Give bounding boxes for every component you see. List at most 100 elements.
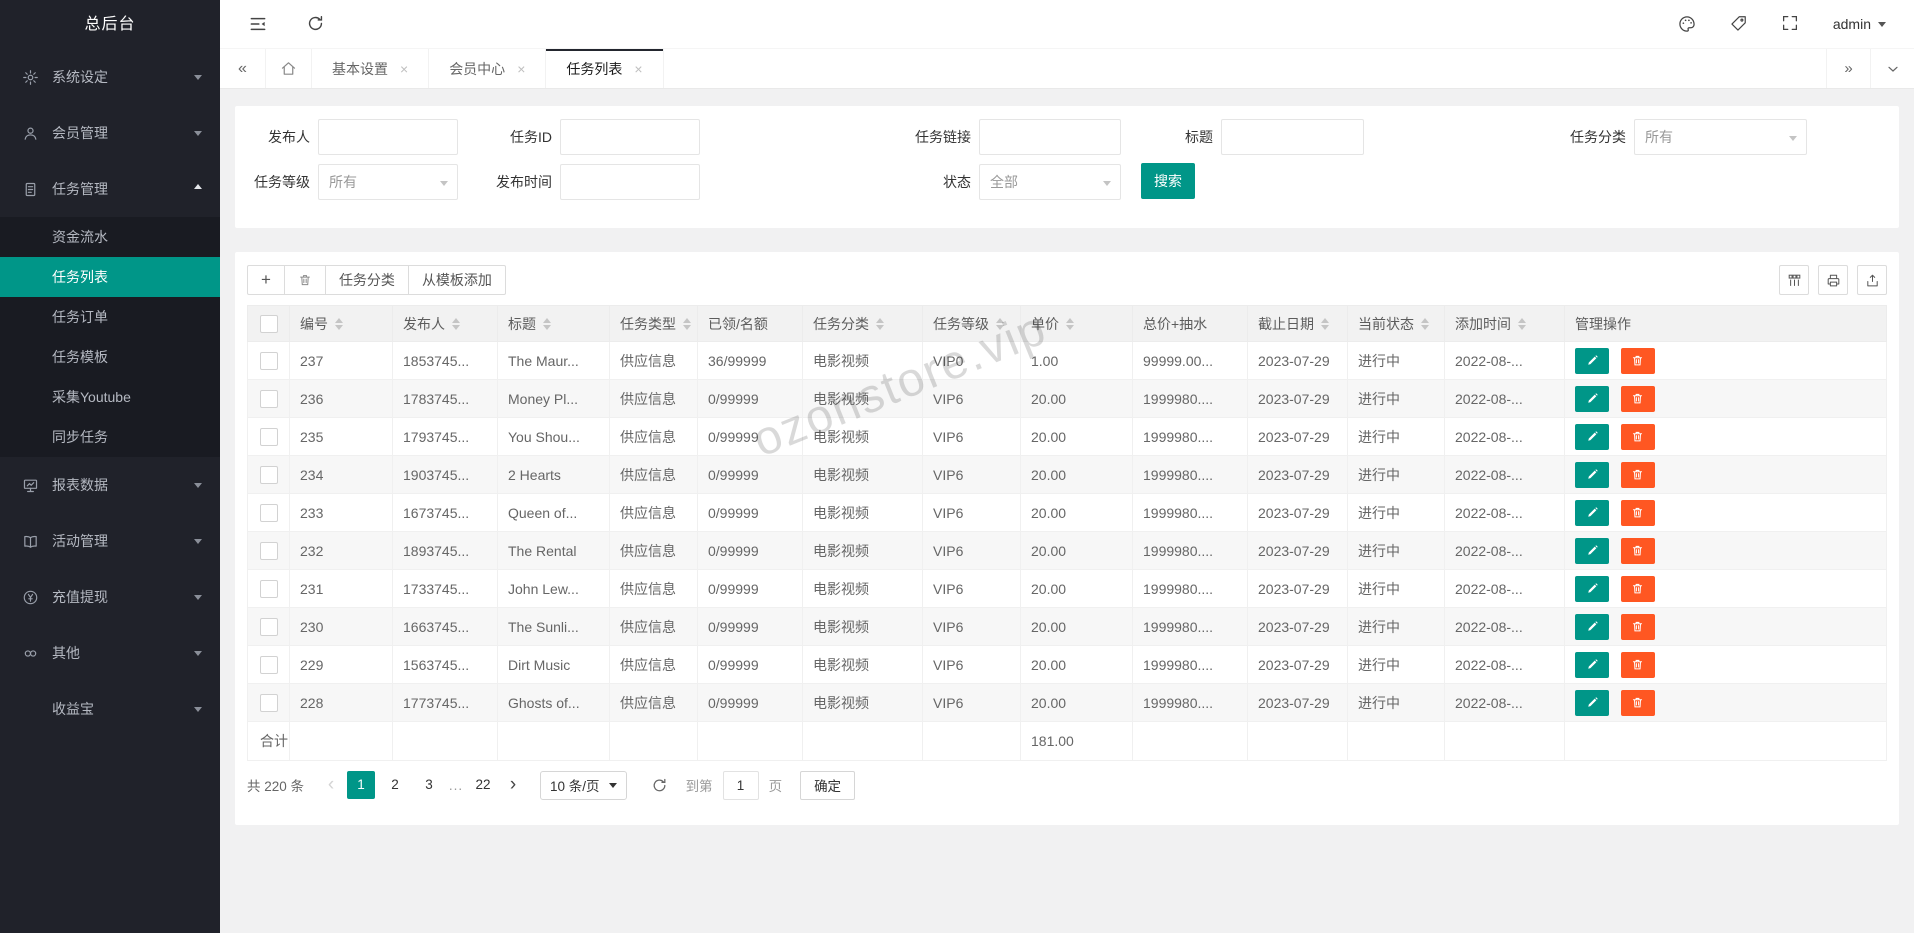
close-icon[interactable]: × bbox=[517, 62, 525, 76]
page-button-1[interactable]: 1 bbox=[347, 771, 376, 799]
sidebar-item-reports[interactable]: 报表数据 bbox=[0, 457, 220, 513]
sidebar-item-tasks[interactable]: 任务管理 bbox=[0, 161, 220, 217]
column-header-deadline[interactable]: 截止日期 bbox=[1247, 305, 1348, 342]
submenu-item-task-list[interactable]: 任务列表 bbox=[0, 257, 220, 297]
sort-icon[interactable] bbox=[335, 314, 343, 334]
sidebar-item-members[interactable]: 会员管理 bbox=[0, 105, 220, 161]
column-header-price[interactable]: 单价 bbox=[1020, 305, 1133, 342]
tab-basic-settings[interactable]: 基本设置 × bbox=[312, 49, 430, 88]
close-icon[interactable]: × bbox=[634, 62, 642, 76]
row-checkbox[interactable] bbox=[259, 617, 278, 636]
edit-button[interactable] bbox=[1575, 537, 1609, 564]
tab-member-center[interactable]: 会员中心 × bbox=[429, 49, 547, 88]
delete-button[interactable] bbox=[1620, 499, 1655, 526]
level-select[interactable]: 所有 bbox=[318, 163, 458, 200]
sort-icon[interactable] bbox=[996, 314, 1004, 334]
sort-icon[interactable] bbox=[876, 314, 884, 334]
submenu-item-task-orders[interactable]: 任务订单 bbox=[0, 297, 220, 337]
edit-button[interactable] bbox=[1575, 347, 1609, 374]
title-input[interactable] bbox=[1221, 118, 1364, 155]
delete-button[interactable] bbox=[1620, 385, 1655, 412]
next-page-button[interactable]: › bbox=[500, 772, 526, 798]
row-checkbox[interactable] bbox=[259, 655, 278, 674]
delete-button[interactable] bbox=[1620, 613, 1655, 640]
column-header-status[interactable]: 当前状态 bbox=[1347, 305, 1445, 342]
pagination-refresh-icon[interactable] bbox=[651, 777, 668, 794]
submenu-item-task-templates[interactable]: 任务模板 bbox=[0, 337, 220, 377]
delete-button[interactable] bbox=[1620, 461, 1655, 488]
delete-button[interactable] bbox=[1620, 689, 1655, 716]
sort-icon[interactable] bbox=[1066, 314, 1074, 334]
delete-button[interactable] bbox=[1620, 537, 1655, 564]
add-task-button[interactable]: + bbox=[247, 265, 285, 295]
print-button[interactable] bbox=[1818, 265, 1848, 295]
home-tab-button[interactable] bbox=[266, 49, 312, 88]
column-header-publisher[interactable]: 发布人 bbox=[392, 305, 498, 342]
sort-icon[interactable] bbox=[1421, 314, 1429, 334]
tabs-menu-button[interactable] bbox=[1870, 49, 1914, 88]
export-button[interactable] bbox=[1857, 265, 1887, 295]
column-header-title[interactable]: 标题 bbox=[497, 305, 610, 342]
task-id-input[interactable] bbox=[560, 118, 700, 155]
submenu-item-fund-flow[interactable]: 资金流水 bbox=[0, 217, 220, 257]
add-from-template-button[interactable]: 从模板添加 bbox=[407, 265, 506, 295]
theme-palette-icon[interactable] bbox=[1677, 14, 1697, 34]
tabs-scroll-left-button[interactable]: « bbox=[220, 49, 266, 88]
delete-selected-button[interactable] bbox=[283, 265, 326, 295]
sidebar-item-profit-treasure[interactable]: 收益宝 bbox=[0, 681, 220, 737]
column-header-level[interactable]: 任务等级 bbox=[922, 305, 1021, 342]
edit-button[interactable] bbox=[1575, 651, 1609, 678]
sort-icon[interactable] bbox=[1321, 314, 1329, 334]
category-select[interactable]: 所有 bbox=[1634, 118, 1807, 155]
row-checkbox[interactable] bbox=[259, 427, 278, 446]
edit-button[interactable] bbox=[1575, 423, 1609, 450]
sidebar-item-activities[interactable]: 活动管理 bbox=[0, 513, 220, 569]
task-link-input[interactable] bbox=[979, 118, 1121, 155]
filter-columns-button[interactable] bbox=[1779, 265, 1809, 295]
row-checkbox[interactable] bbox=[259, 503, 278, 522]
row-checkbox[interactable] bbox=[259, 351, 278, 370]
delete-button[interactable] bbox=[1620, 347, 1655, 374]
sidebar-item-other[interactable]: 其他 bbox=[0, 625, 220, 681]
edit-button[interactable] bbox=[1575, 575, 1609, 602]
edit-button[interactable] bbox=[1575, 499, 1609, 526]
sort-icon[interactable] bbox=[683, 314, 691, 334]
row-checkbox[interactable] bbox=[259, 465, 278, 484]
publish-time-input[interactable] bbox=[560, 163, 700, 200]
collapse-sidebar-icon[interactable] bbox=[248, 14, 268, 34]
row-checkbox[interactable] bbox=[259, 693, 278, 712]
task-category-button[interactable]: 任务分类 bbox=[324, 265, 409, 295]
column-header-type[interactable]: 任务类型 bbox=[609, 305, 698, 342]
submenu-item-collect-youtube[interactable]: 采集Youtube bbox=[0, 377, 220, 417]
submenu-item-sync-tasks[interactable]: 同步任务 bbox=[0, 417, 220, 457]
row-checkbox[interactable] bbox=[259, 541, 278, 560]
column-header-category[interactable]: 任务分类 bbox=[802, 305, 923, 342]
edit-button[interactable] bbox=[1575, 689, 1609, 716]
publisher-input[interactable] bbox=[318, 118, 458, 155]
page-button-2[interactable]: 2 bbox=[381, 771, 409, 799]
goto-confirm-button[interactable]: 确定 bbox=[800, 770, 856, 800]
goto-page-input[interactable] bbox=[722, 770, 759, 800]
edit-button[interactable] bbox=[1575, 385, 1609, 412]
column-header-id[interactable]: 编号 bbox=[289, 305, 393, 342]
edit-button[interactable] bbox=[1575, 613, 1609, 640]
edit-button[interactable] bbox=[1575, 461, 1609, 488]
sort-icon[interactable] bbox=[452, 314, 460, 334]
row-checkbox[interactable] bbox=[259, 389, 278, 408]
status-select[interactable]: 全部 bbox=[979, 163, 1121, 200]
delete-button[interactable] bbox=[1620, 423, 1655, 450]
refresh-icon[interactable] bbox=[306, 14, 326, 34]
fullscreen-icon[interactable] bbox=[1781, 14, 1801, 34]
sort-icon[interactable] bbox=[543, 314, 551, 334]
delete-button[interactable] bbox=[1620, 575, 1655, 602]
tab-task-list[interactable]: 任务列表 × bbox=[546, 49, 664, 88]
user-menu[interactable]: admin bbox=[1833, 16, 1886, 32]
column-header-added[interactable]: 添加时间 bbox=[1444, 305, 1565, 342]
select-all-checkbox[interactable] bbox=[259, 314, 278, 333]
prev-page-button[interactable]: ‹ bbox=[318, 772, 344, 798]
tag-icon[interactable] bbox=[1729, 14, 1749, 34]
row-checkbox[interactable] bbox=[259, 579, 278, 598]
sidebar-item-system-settings[interactable]: 系统设定 bbox=[0, 49, 220, 105]
page-size-select[interactable]: 10 条/页 bbox=[540, 770, 627, 800]
close-icon[interactable]: × bbox=[400, 62, 408, 76]
